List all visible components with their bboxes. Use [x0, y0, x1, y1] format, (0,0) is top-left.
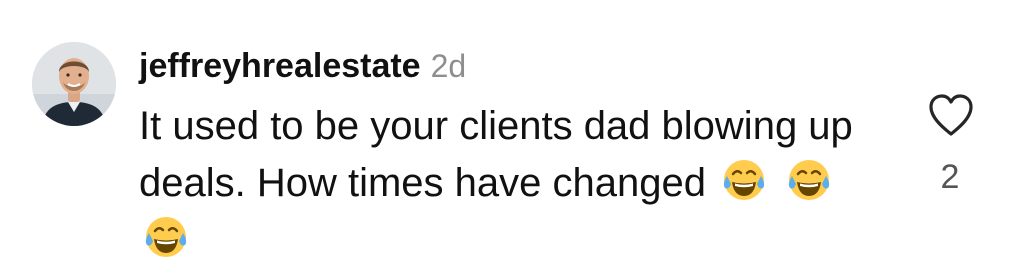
avatar[interactable]: [32, 42, 116, 126]
comment-text-block: It used to be your clients dad blowing u…: [139, 98, 859, 269]
face-with-tears-of-joy-icon: [145, 217, 187, 257]
comment-body: jeffreyhrealestate 2d It used to be your …: [139, 42, 899, 269]
heart-outline-icon: [929, 94, 973, 136]
profile-photo: [32, 42, 116, 126]
like-count: 2: [940, 158, 960, 196]
like-button[interactable]: [926, 92, 976, 138]
face-with-tears-of-joy-icon: [789, 160, 830, 200]
comment-item: jeffreyhrealestate 2d It used to be your …: [0, 0, 1024, 261]
comment-timestamp: 2d: [430, 48, 467, 84]
face-with-tears-of-joy-icon: [724, 160, 765, 200]
comment-meta: jeffreyhrealestate 2d: [139, 42, 899, 90]
username-link[interactable]: jeffreyhrealestate: [139, 47, 421, 85]
